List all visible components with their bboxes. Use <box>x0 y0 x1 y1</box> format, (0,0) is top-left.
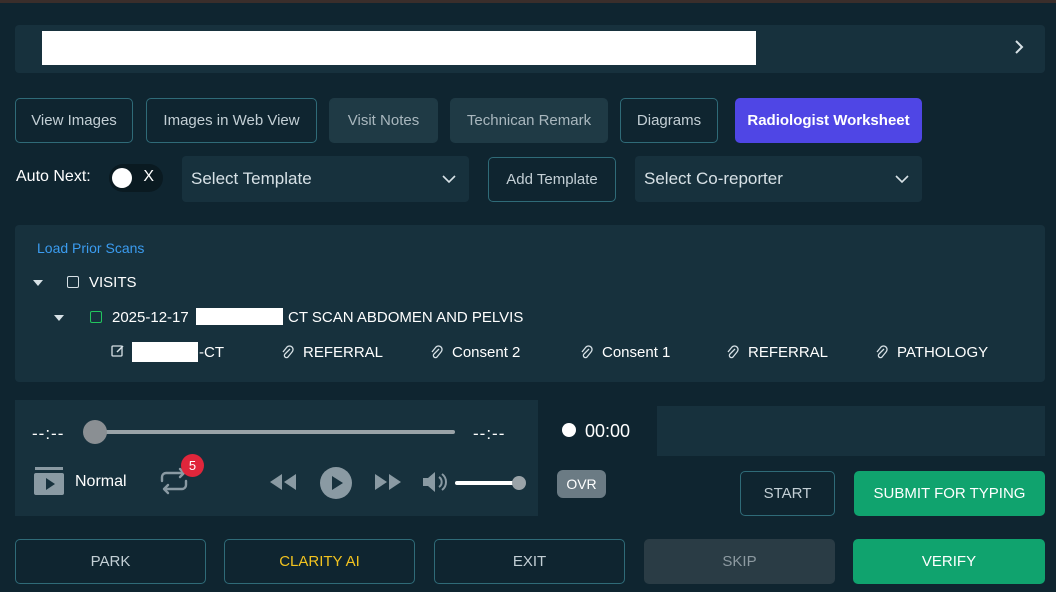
attachment-consent-1[interactable]: Consent 1 <box>580 344 670 361</box>
tab-diagrams[interactable]: Diagrams <box>620 98 718 143</box>
tab-visit-notes[interactable]: Visit Notes <box>329 98 438 143</box>
select-coreporter-dropdown[interactable]: Select Co-reporter <box>635 156 922 202</box>
playback-speed-label[interactable]: Normal <box>75 473 127 491</box>
top-bar <box>15 25 1045 73</box>
tab-images-in-web-view[interactable]: Images in Web View <box>146 98 317 143</box>
chevron-right-icon[interactable] <box>1009 37 1029 57</box>
add-template-button[interactable]: Add Template <box>488 157 616 202</box>
select-template-placeholder: Select Template <box>191 169 312 188</box>
edit-icon[interactable] <box>111 344 125 358</box>
playback-speed-icon[interactable] <box>32 465 66 497</box>
collapse-visits-icon[interactable] <box>33 280 43 286</box>
tab-technican-remark[interactable]: Technican Remark <box>450 98 608 143</box>
start-button[interactable]: START <box>740 471 835 516</box>
select-template-dropdown[interactable]: Select Template <box>182 156 469 202</box>
play-icon[interactable] <box>319 466 353 500</box>
paperclip-icon <box>431 345 443 359</box>
loop-count-badge: 5 <box>181 454 204 477</box>
auto-next-label: Auto Next: <box>16 168 91 185</box>
submit-for-typing-button[interactable]: SUBMIT FOR TYPING <box>854 471 1045 516</box>
attachment-pathology[interactable]: PATHOLOGY <box>875 344 988 361</box>
tab-view-images[interactable]: View Images <box>15 98 133 143</box>
skip-button[interactable]: SKIP <box>644 539 835 584</box>
toggle-knob <box>112 168 132 188</box>
toggle-off-icon: X <box>143 168 154 185</box>
chevron-down-icon <box>442 175 456 184</box>
attachment-consent-2[interactable]: Consent 2 <box>430 344 520 361</box>
paperclip-icon <box>876 345 888 359</box>
attachment-label: PATHOLOGY <box>897 344 989 361</box>
attachment-label: REFERRAL <box>303 344 384 361</box>
attachment-referral-1[interactable]: REFERRAL <box>281 344 383 361</box>
audio-player <box>15 400 538 516</box>
attachment-referral-2[interactable]: REFERRAL <box>726 344 828 361</box>
tab-radiologist-worksheet[interactable]: Radiologist Worksheet <box>735 98 922 143</box>
fast-forward-icon[interactable] <box>373 472 403 492</box>
report-item-suffix[interactable]: -CT <box>199 344 224 361</box>
redacted-accession <box>196 308 283 325</box>
attachment-label: REFERRAL <box>748 344 829 361</box>
recording-waveform-area <box>657 406 1045 456</box>
auto-next-toggle[interactable]: X <box>109 164 163 192</box>
volume-slider-track[interactable] <box>455 481 519 485</box>
verify-button[interactable]: VERIFY <box>853 539 1045 584</box>
select-coreporter-placeholder: Select Co-reporter <box>644 169 783 188</box>
redacted-patient-banner <box>42 31 756 65</box>
park-button[interactable]: PARK <box>15 539 206 584</box>
volume-slider-thumb[interactable] <box>512 476 526 490</box>
rewind-icon[interactable] <box>268 472 298 492</box>
visits-label: VISITS <box>89 274 137 291</box>
visit-checked-icon[interactable] <box>90 311 102 323</box>
paperclip-icon <box>727 345 739 359</box>
exit-button[interactable]: EXIT <box>434 539 625 584</box>
attachment-label: Consent 2 <box>452 344 521 361</box>
record-status-icon <box>562 423 576 437</box>
elapsed-time: --:-- <box>32 424 65 443</box>
paperclip-icon <box>282 345 294 359</box>
record-time: 00:00 <box>585 421 631 441</box>
paperclip-icon <box>581 345 593 359</box>
seek-thumb[interactable] <box>83 420 107 444</box>
load-prior-scans-link[interactable]: Load Prior Scans <box>37 240 144 256</box>
redacted-report-name <box>132 342 198 362</box>
ovr-toggle[interactable]: OVR <box>557 470 606 498</box>
total-time: --:-- <box>473 424 506 443</box>
visit-study-name[interactable]: CT SCAN ABDOMEN AND PELVIS <box>288 309 523 326</box>
collapse-visit-icon[interactable] <box>54 315 64 321</box>
attachment-label: Consent 1 <box>602 344 671 361</box>
visit-date[interactable]: 2025-12-17 <box>112 309 189 326</box>
volume-icon[interactable] <box>420 469 448 495</box>
chevron-down-icon <box>895 175 909 184</box>
clarity-ai-button[interactable]: CLARITY AI <box>224 539 415 584</box>
seek-track[interactable] <box>95 430 455 434</box>
visits-checkbox-icon[interactable] <box>67 276 79 288</box>
